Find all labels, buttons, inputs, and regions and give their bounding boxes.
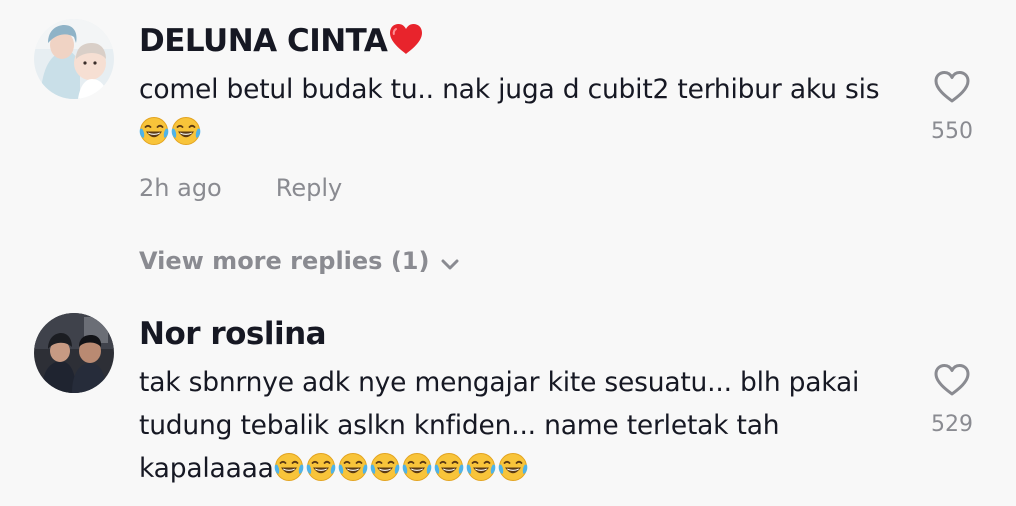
view-more-replies-button[interactable]: View more replies (1) — [139, 243, 459, 281]
tears-of-joy-emoji-icon — [171, 116, 201, 146]
like-count: 550 — [931, 119, 973, 144]
comment-item: DELUNA CINTA comel betul budak tu.. nak … — [0, 0, 1016, 300]
tears-of-joy-emoji-icon — [338, 452, 368, 482]
tears-of-joy-emoji-icon — [434, 452, 464, 482]
tears-of-joy-emoji-icon — [498, 452, 528, 482]
view-more-replies-label: View more replies (1) — [139, 247, 430, 275]
comment-timestamp: 2h ago — [139, 174, 222, 202]
avatar[interactable] — [34, 19, 114, 99]
tears-of-joy-emoji-icon — [466, 452, 496, 482]
like-button[interactable]: 550 — [924, 70, 980, 146]
comment-text-body: comel betul budak tu.. nak juga d cubit2… — [139, 74, 880, 105]
avatar-image — [34, 313, 114, 393]
comment-emojis — [274, 453, 530, 484]
red-heart-icon — [388, 23, 424, 65]
avatar[interactable] — [34, 313, 114, 393]
avatar-image — [34, 19, 114, 99]
tears-of-joy-emoji-icon — [370, 452, 400, 482]
comment-item: Nor roslina tak sbnrnye adk nye mengajar… — [0, 300, 1016, 506]
heart-outline-icon — [934, 71, 970, 103]
tears-of-joy-emoji-icon — [139, 116, 169, 146]
comment-text: comel betul budak tu.. nak juga d cubit2… — [139, 68, 909, 154]
comment-meta: 2h ago Reply — [139, 170, 342, 206]
username-text: DELUNA CINTA — [139, 23, 388, 59]
chevron-down-icon — [441, 245, 459, 281]
tears-of-joy-emoji-icon — [274, 452, 304, 482]
comment-username[interactable]: DELUNA CINTA — [139, 21, 424, 65]
comment-username[interactable]: Nor roslina — [139, 314, 327, 354]
username-text: Nor roslina — [139, 316, 327, 352]
like-button[interactable]: 529 — [924, 363, 980, 439]
comment-emojis — [139, 117, 203, 148]
tears-of-joy-emoji-icon — [402, 452, 432, 482]
tears-of-joy-emoji-icon — [306, 452, 336, 482]
comment-text: tak sbnrnye adk nye mengajar kite sesuat… — [139, 361, 909, 490]
heart-outline-icon — [934, 364, 970, 396]
like-count: 529 — [931, 412, 973, 437]
reply-button[interactable]: Reply — [276, 174, 342, 202]
